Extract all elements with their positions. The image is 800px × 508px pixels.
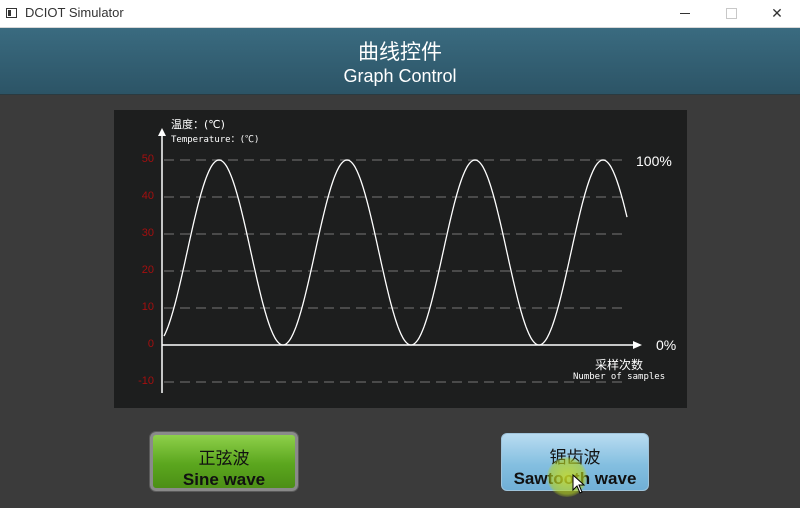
y-tick-label: 10 bbox=[141, 301, 154, 313]
y-axis-title-en: Temperature：(℃) bbox=[171, 135, 260, 145]
sawtooth-wave-label-cn: 锯齿波 bbox=[549, 448, 601, 468]
x-axis-arrow-icon bbox=[633, 341, 642, 349]
y-tick-label: 40 bbox=[141, 190, 154, 202]
sine-series-line bbox=[163, 159, 628, 346]
maximize-icon bbox=[725, 8, 737, 19]
sine-wave-label-en: Sine wave bbox=[182, 470, 266, 489]
page-title: 曲线控件 bbox=[358, 40, 442, 64]
page-subtitle: Graph Control bbox=[343, 66, 457, 86]
maximize-button[interactable] bbox=[708, 0, 754, 27]
close-icon: ✕ bbox=[771, 5, 783, 22]
min-percent-label: 0% bbox=[656, 337, 677, 353]
sine-wave-button[interactable]: 正弦波 Sine wave bbox=[150, 432, 298, 491]
graph-panel: 温度：(℃) Temperature：(℃) 100% 0% 采样次数 Numb… bbox=[114, 110, 687, 408]
y-axis-title: 温度：(℃) bbox=[171, 118, 225, 131]
y-tick-label: 0 bbox=[147, 338, 154, 350]
x-axis-title-en: Number of samples bbox=[573, 372, 666, 382]
window-title: DCIOT Simulator bbox=[25, 5, 124, 20]
minimize-icon bbox=[680, 13, 690, 14]
sawtooth-wave-button[interactable]: 锯齿波 Sawtooth wave bbox=[501, 433, 649, 491]
title-bar: DCIOT Simulator ✕ bbox=[0, 0, 800, 28]
y-tick-label: 20 bbox=[141, 264, 154, 276]
y-axis-arrow-icon bbox=[158, 128, 166, 136]
y-tick-label: 30 bbox=[141, 227, 154, 239]
sawtooth-wave-label-en: Sawtooth wave bbox=[513, 469, 637, 488]
max-percent-label: 100% bbox=[636, 153, 672, 169]
y-tick-label: -10 bbox=[138, 375, 154, 387]
app-icon bbox=[6, 8, 17, 18]
close-button[interactable]: ✕ bbox=[754, 0, 800, 27]
y-tick-label: 50 bbox=[141, 153, 154, 165]
minimize-button[interactable] bbox=[662, 0, 708, 27]
sine-wave-label-cn: 正弦波 bbox=[198, 449, 250, 469]
page-header: 曲线控件 Graph Control bbox=[0, 28, 800, 95]
x-axis-title: 采样次数 bbox=[595, 358, 644, 372]
